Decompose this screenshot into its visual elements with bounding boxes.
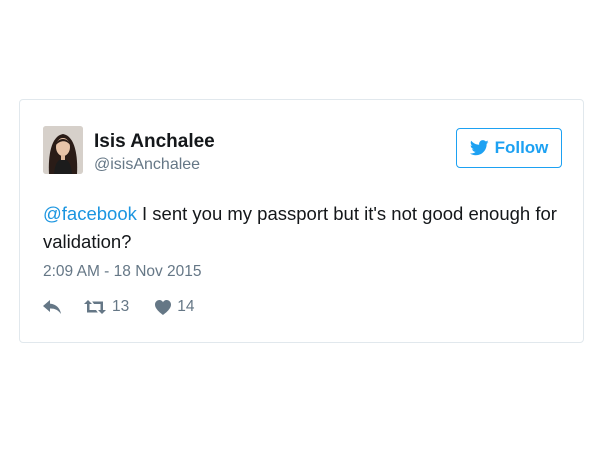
retweet-icon bbox=[84, 300, 106, 314]
like-button[interactable]: 14 bbox=[155, 298, 195, 316]
user-handle[interactable]: @isisAnchalee bbox=[94, 156, 200, 174]
avatar[interactable] bbox=[43, 126, 83, 174]
tweet-text: @facebook I sent you my passport but it'… bbox=[43, 200, 563, 256]
like-count: 14 bbox=[177, 298, 195, 315]
display-name[interactable]: Isis Anchalee bbox=[94, 131, 215, 153]
retweet-count: 13 bbox=[112, 298, 130, 315]
heart-icon bbox=[155, 299, 172, 315]
profile-photo-image bbox=[43, 126, 83, 174]
twitter-bird-icon bbox=[469, 140, 489, 156]
reply-icon bbox=[43, 299, 61, 314]
follow-label: Follow bbox=[494, 138, 549, 157]
reply-button[interactable] bbox=[43, 299, 62, 315]
tweet-card: Isis Anchalee @isisAnchalee Follow @face… bbox=[19, 99, 584, 343]
retweet-button[interactable]: 13 bbox=[84, 298, 129, 316]
tweet-actions: 13 14 bbox=[43, 298, 195, 316]
follow-button[interactable]: Follow bbox=[456, 128, 562, 168]
mention-link[interactable]: @facebook bbox=[43, 203, 137, 224]
tweet-timestamp[interactable]: 2:09 AM - 18 Nov 2015 bbox=[43, 263, 202, 281]
